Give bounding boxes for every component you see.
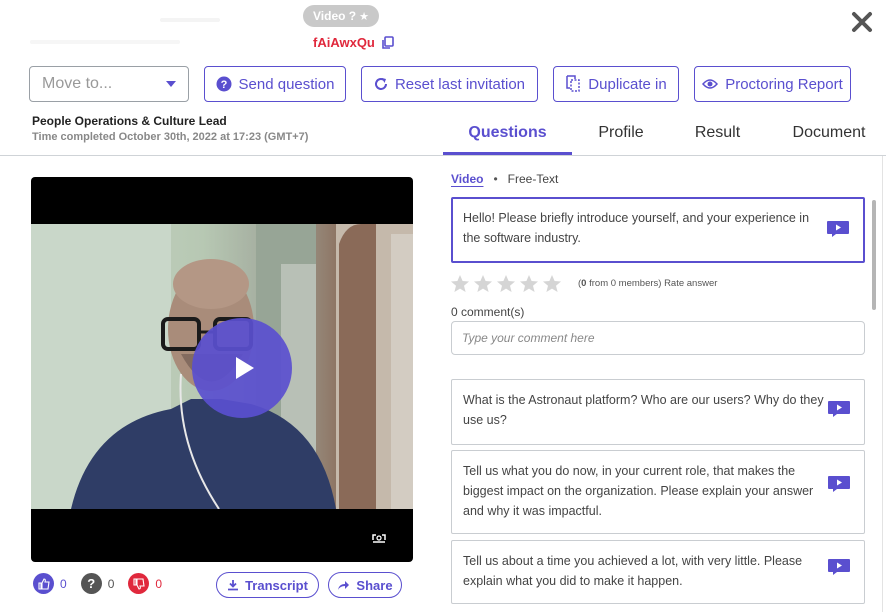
send-question-label: Send question bbox=[238, 75, 335, 93]
rating-label: from 0 members) Rate answer bbox=[586, 278, 718, 289]
video-type-badge-label: Video ? bbox=[313, 9, 357, 23]
tab-document[interactable]: Document bbox=[765, 110, 886, 155]
chevron-down-icon bbox=[166, 81, 176, 87]
reset-invitation-button[interactable]: Reset last invitation bbox=[361, 66, 538, 102]
like-count: 0 bbox=[60, 576, 67, 591]
download-icon bbox=[228, 580, 239, 591]
rating-stars[interactable] bbox=[451, 275, 561, 293]
refresh-icon bbox=[374, 78, 387, 90]
dislike-reaction[interactable]: 0 bbox=[128, 573, 162, 594]
fullscreen-icon[interactable] bbox=[371, 531, 387, 543]
question-mark-icon: ? bbox=[80, 573, 102, 594]
blurred-text bbox=[30, 40, 180, 44]
video-answer-icon bbox=[827, 221, 849, 237]
transcript-button[interactable]: Transcript bbox=[216, 572, 319, 598]
copy-icon[interactable] bbox=[381, 35, 395, 50]
unsure-count: 0 bbox=[107, 576, 115, 591]
video-answer-icon bbox=[828, 401, 850, 417]
question-text: What is the Astronaut platform? Who are … bbox=[463, 393, 824, 427]
duplicate-in-button[interactable]: Duplicate in bbox=[553, 66, 679, 102]
question-icon: ? bbox=[216, 76, 232, 92]
tab-label: Profile bbox=[598, 123, 644, 141]
video-answer-icon bbox=[828, 559, 850, 575]
rating-summary: (0 from 0 members) Rate answer bbox=[578, 278, 718, 289]
detail-tabs: Questions Profile Result Document bbox=[443, 110, 886, 155]
video-type-badge[interactable]: Video ? ★ bbox=[303, 5, 379, 27]
video-player[interactable] bbox=[31, 177, 413, 562]
move-to-placeholder: Move to... bbox=[42, 75, 113, 92]
star-rating-icons[interactable] bbox=[451, 275, 561, 293]
tab-questions[interactable]: Questions bbox=[443, 110, 572, 155]
reactions-bar: 0 ? 0 0 bbox=[33, 573, 176, 594]
play-button[interactable] bbox=[192, 318, 292, 418]
panel-edge bbox=[882, 156, 883, 612]
answer-type-tabs: Video • Free-Text bbox=[451, 172, 558, 186]
comment-input[interactable] bbox=[451, 321, 865, 355]
video-answer-icon bbox=[828, 476, 850, 492]
reset-invitation-label: Reset last invitation bbox=[394, 75, 526, 93]
question-card[interactable]: Tell us about a time you achieved a lot,… bbox=[451, 540, 865, 604]
subtab-video[interactable]: Video bbox=[451, 172, 483, 186]
play-icon bbox=[235, 357, 254, 379]
eye-icon bbox=[702, 79, 719, 89]
send-question-button[interactable]: ? Send question bbox=[204, 66, 346, 102]
divider bbox=[0, 155, 886, 156]
move-to-select[interactable]: Move to... bbox=[29, 66, 189, 102]
question-card[interactable]: What is the Astronaut platform? Who are … bbox=[451, 379, 865, 445]
question-text: Hello! Please briefly introduce yourself… bbox=[463, 211, 810, 245]
comments-count: 0 comment(s) bbox=[451, 305, 525, 319]
proctoring-report-label: Proctoring Report bbox=[725, 75, 843, 93]
candidate-code-row: fAiAwxQu bbox=[313, 35, 395, 50]
question-text: Tell us what you do now, in your current… bbox=[463, 464, 814, 518]
time-completed: Time completed October 30th, 2022 at 17:… bbox=[32, 131, 309, 143]
tab-label: Questions bbox=[468, 123, 547, 141]
question-card[interactable]: Tell us what you do now, in your current… bbox=[451, 450, 865, 534]
subtab-free-text[interactable]: Free-Text bbox=[508, 172, 559, 186]
scrollbar[interactable] bbox=[872, 200, 876, 310]
dislike-count: 0 bbox=[155, 576, 163, 591]
share-button[interactable]: Share bbox=[328, 572, 402, 598]
thumbs-up-icon bbox=[33, 573, 54, 594]
svg-text:?: ? bbox=[220, 79, 227, 91]
tab-profile[interactable]: Profile bbox=[572, 110, 670, 155]
proctoring-report-button[interactable]: Proctoring Report bbox=[694, 66, 851, 102]
subtab-separator: • bbox=[493, 172, 498, 186]
tab-label: Document bbox=[792, 123, 866, 141]
question-card[interactable]: Hello! Please briefly introduce yourself… bbox=[451, 197, 865, 263]
duplicate-icon bbox=[566, 75, 581, 92]
thumbs-down-icon bbox=[128, 573, 150, 594]
close-icon[interactable] bbox=[850, 10, 874, 34]
share-icon bbox=[338, 580, 350, 590]
duplicate-in-label: Duplicate in bbox=[588, 75, 667, 93]
transcript-label: Transcript bbox=[245, 577, 308, 593]
star-icon: ★ bbox=[359, 10, 369, 23]
job-title: People Operations & Culture Lead bbox=[32, 114, 227, 128]
blurred-text bbox=[160, 18, 220, 22]
tab-result[interactable]: Result bbox=[670, 110, 765, 155]
share-label: Share bbox=[356, 577, 393, 593]
candidate-code: fAiAwxQu bbox=[313, 35, 375, 50]
tab-label: Result bbox=[694, 123, 741, 141]
question-text: Tell us about a time you achieved a lot,… bbox=[463, 554, 803, 588]
unsure-reaction[interactable]: ? 0 bbox=[80, 573, 115, 594]
like-reaction[interactable]: 0 bbox=[33, 573, 67, 594]
toolbar: Move to... ? Send question Reset last in… bbox=[0, 66, 886, 102]
